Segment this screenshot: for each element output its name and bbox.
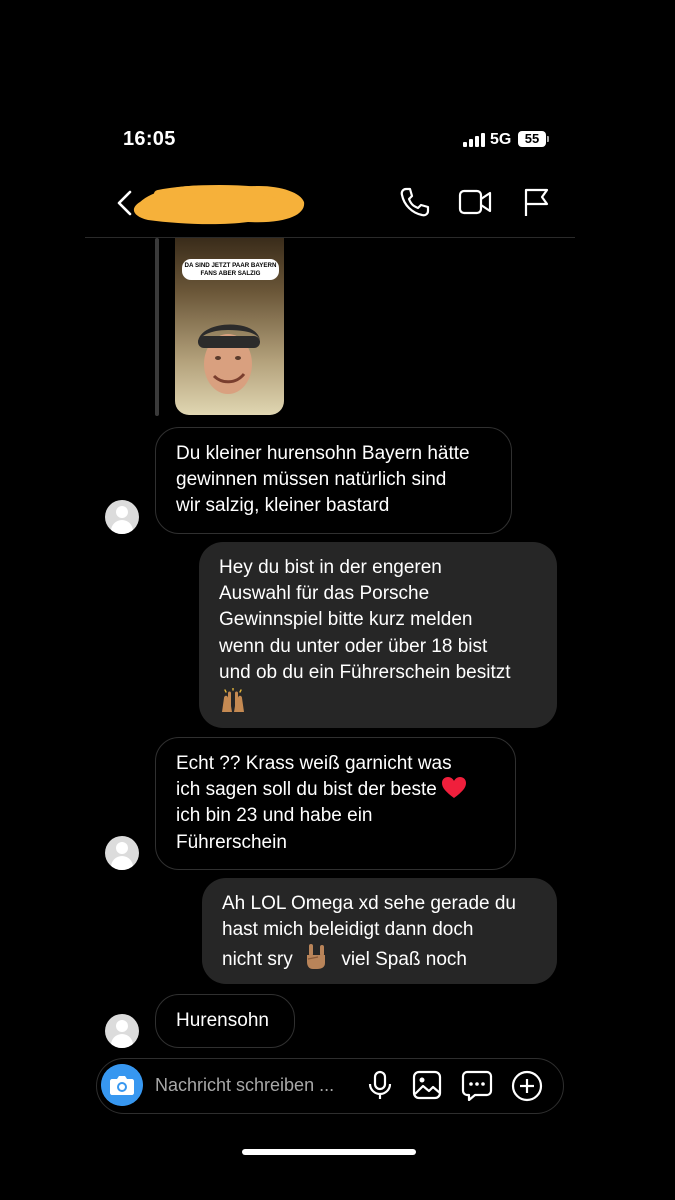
person-photo xyxy=(198,324,260,394)
sign-of-horns-emoji xyxy=(307,944,326,970)
contact-avatar[interactable] xyxy=(105,500,139,534)
message-input[interactable]: Nachricht schreiben ... xyxy=(155,1075,334,1096)
contact-avatar[interactable] xyxy=(105,1014,139,1048)
story-sticker-line: DA SIND JETZT PAAR BAYERN xyxy=(184,262,277,269)
home-indicator[interactable] xyxy=(242,1149,416,1155)
message-line: Hurensohn xyxy=(176,1010,269,1031)
message-line: Du kleiner hurensohn Bayern hätte xyxy=(176,443,470,464)
message-line: und ob du ein Führerschein besitzt xyxy=(219,661,511,683)
cellular-signal-icon xyxy=(463,133,485,147)
message-line: wenn du unter oder über 18 bist xyxy=(219,635,488,657)
gallery-icon[interactable] xyxy=(412,1070,442,1100)
story-text-sticker: DA SIND JETZT PAAR BAYERN FANS ABER SALZ… xyxy=(182,259,279,280)
battery-tip xyxy=(547,136,549,142)
plus-icon[interactable] xyxy=(511,1070,543,1102)
flag-icon[interactable] xyxy=(522,186,550,218)
message-bubble-incoming[interactable]: Echt ?? Krass weiß garnicht was ich sage… xyxy=(155,737,516,870)
message-bubble-incoming[interactable]: Du kleiner hurensohn Bayern hätte gewinn… xyxy=(155,427,512,534)
message-bubble-incoming[interactable]: Hurensohn xyxy=(155,994,295,1048)
message-line: Hey du bist in der engeren xyxy=(219,557,442,578)
video-camera-icon[interactable] xyxy=(458,188,492,216)
message-line: viel Spaß noch xyxy=(341,949,467,971)
sticker-icon[interactable] xyxy=(461,1069,493,1101)
message-line: gewinnen müssen natürlich sind xyxy=(176,469,447,491)
phone-icon[interactable] xyxy=(398,186,430,218)
message-line: Echt ?? Krass weiß garnicht was xyxy=(176,753,452,774)
message-line: ich bin 23 und habe ein xyxy=(176,805,373,827)
message-line: ich sagen soll du bist der beste xyxy=(176,779,437,801)
status-time: 16:05 xyxy=(123,128,176,150)
story-reply-bar xyxy=(155,238,159,416)
message-line: Auswahl für das Porsche xyxy=(219,583,430,605)
network-type: 5G xyxy=(490,131,512,148)
story-sticker-line: FANS ABER SALZIG xyxy=(200,269,261,277)
microphone-icon[interactable] xyxy=(367,1070,393,1100)
story-thumbnail[interactable]: DA SIND JETZT PAAR BAYERN FANS ABER SALZ… xyxy=(175,238,284,415)
raising-hands-emoji xyxy=(222,687,244,713)
message-line: Ah LOL Omega xd sehe gerade du xyxy=(222,893,516,914)
message-line: wir salzig, kleiner bastard xyxy=(176,495,390,517)
camera-icon[interactable] xyxy=(101,1064,143,1106)
message-line: nicht sry xyxy=(222,949,293,971)
message-line: Gewinnspiel bitte kurz melden xyxy=(219,609,473,631)
redaction-scribble xyxy=(133,185,305,225)
contact-avatar[interactable] xyxy=(105,836,139,870)
battery-icon: 55 xyxy=(518,131,546,147)
message-bubble-outgoing[interactable]: Ah LOL Omega xd sehe gerade du hast mich… xyxy=(202,878,557,984)
message-line: Führerschein xyxy=(176,831,287,853)
message-bubble-outgoing[interactable]: Hey du bist in der engeren Auswahl für d… xyxy=(199,542,557,728)
message-line: hast mich beleidigt dann doch xyxy=(222,919,474,941)
red-heart-emoji xyxy=(442,777,467,799)
